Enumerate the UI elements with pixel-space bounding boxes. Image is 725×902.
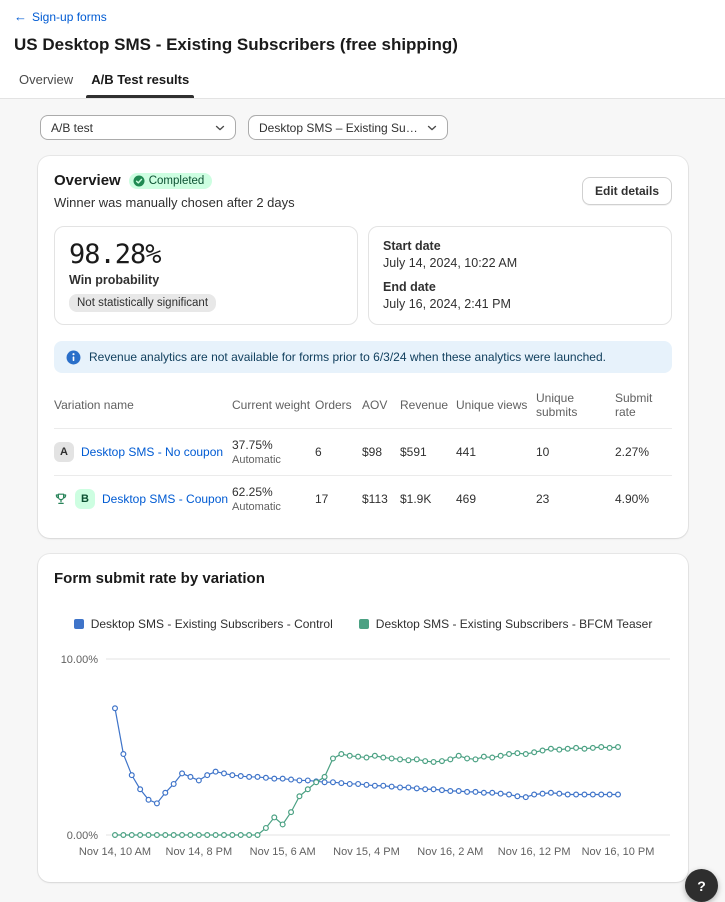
variation-a-badge: A [54, 442, 74, 462]
tab-ab-test-results[interactable]: A/B Test results [86, 65, 194, 98]
win-probability-label: Win probability [69, 273, 343, 287]
cell-unique-views: 441 [456, 445, 536, 459]
svg-text:Nov 16, 2 AM: Nov 16, 2 AM [417, 846, 483, 858]
form-select[interactable]: Desktop SMS – Existing Subscribers T... [248, 115, 448, 140]
submit-rate-chart-card: Form submit rate by variation Desktop SM… [38, 554, 688, 882]
col-aov: AOV [362, 398, 400, 412]
cell-unique-views: 469 [456, 492, 536, 506]
cell-weight-mode: Automatic [232, 501, 315, 513]
col-current-weight: Current weight [232, 398, 315, 412]
col-variation-name: Variation name [54, 398, 232, 412]
cell-revenue: $591 [400, 445, 456, 459]
back-arrow-icon: ← [14, 10, 27, 23]
cell-aov: $98 [362, 445, 400, 459]
start-date-label: Start date [383, 239, 657, 253]
variation-a-link[interactable]: Desktop SMS - No coupon [81, 445, 223, 459]
variations-table: Variation name Current weight Orders AOV… [54, 391, 672, 522]
trophy-icon [54, 492, 68, 506]
win-probability-box: 98.28% Win probability Not statistically… [54, 226, 358, 325]
svg-text:Nov 15, 6 AM: Nov 15, 6 AM [250, 846, 316, 858]
edit-details-button[interactable]: Edit details [582, 177, 672, 205]
chevron-down-icon [213, 121, 227, 135]
cell-weight: 37.75% [232, 438, 315, 452]
submit-rate-line-chart: 10.00% 0.00% Nov 14, 10 AM Nov 14, 8 PM Nov … [54, 643, 672, 866]
variation-b-badge: B [75, 489, 95, 509]
win-probability-value: 98.28% [69, 239, 343, 270]
tab-overview[interactable]: Overview [14, 65, 78, 98]
cell-weight-mode: Automatic [232, 454, 315, 466]
overview-card-title: Overview [54, 172, 121, 189]
cell-orders: 17 [315, 492, 362, 506]
back-link-signup-forms[interactable]: ← Sign-up forms [14, 10, 107, 24]
end-date-label: End date [383, 280, 657, 294]
col-submit-rate: Submit rate [615, 391, 672, 419]
legend-label-bfcm-teaser: Desktop SMS - Existing Subscribers - BFC… [376, 617, 653, 631]
help-button[interactable]: ? [685, 869, 718, 902]
overview-card: Overview Completed Winner was manually c… [38, 156, 688, 538]
form-select-value: Desktop SMS – Existing Subscribers T... [259, 121, 419, 135]
filter-bar: A/B test Desktop SMS – Existing Subscrib… [38, 115, 688, 140]
cell-aov: $113 [362, 492, 400, 506]
chart-legend: Desktop SMS - Existing Subscribers - Con… [54, 617, 672, 631]
legend-label-control: Desktop SMS - Existing Subscribers - Con… [91, 617, 333, 631]
dates-box: Start date July 14, 2024, 10:22 AM End d… [368, 226, 672, 325]
col-unique-submits: Unique submits [536, 391, 615, 419]
test-type-value: A/B test [51, 121, 93, 135]
svg-text:0.00%: 0.00% [67, 830, 98, 842]
back-link-label: Sign-up forms [32, 10, 107, 24]
end-date-value: July 16, 2024, 2:41 PM [383, 297, 657, 311]
stat-boxes: 98.28% Win probability Not statistically… [54, 226, 672, 325]
winner-subtitle: Winner was manually chosen after 2 days [54, 195, 295, 210]
col-orders: Orders [315, 398, 362, 412]
legend-swatch-bfcm-teaser [359, 619, 369, 629]
cell-weight: 62.25% [232, 485, 315, 499]
svg-text:Nov 14, 8 PM: Nov 14, 8 PM [166, 846, 233, 858]
col-unique-views: Unique views [456, 398, 536, 412]
status-badge-label: Completed [149, 175, 205, 187]
svg-text:Nov 15, 4 PM: Nov 15, 4 PM [333, 846, 400, 858]
table-row-variation-b: B Desktop SMS - Coupon 62.25% Automatic … [54, 476, 672, 522]
cell-orders: 6 [315, 445, 362, 459]
page-title: US Desktop SMS - Existing Subscribers (f… [14, 35, 711, 55]
chart-card-title: Form submit rate by variation [54, 570, 672, 587]
svg-text:Nov 16, 10 PM: Nov 16, 10 PM [582, 846, 655, 858]
svg-text:10.00%: 10.00% [61, 654, 99, 666]
significance-chip: Not statistically significant [69, 294, 216, 312]
svg-text:Nov 14, 10 AM: Nov 14, 10 AM [79, 846, 151, 858]
legend-item-control: Desktop SMS - Existing Subscribers - Con… [74, 617, 333, 631]
cell-unique-submits: 10 [536, 445, 615, 459]
legend-item-bfcm-teaser: Desktop SMS - Existing Subscribers - BFC… [359, 617, 653, 631]
cell-submit-rate: 4.90% [615, 492, 672, 506]
info-banner-text: Revenue analytics are not available for … [89, 349, 606, 364]
cell-unique-submits: 23 [536, 492, 615, 506]
test-type-select[interactable]: A/B test [40, 115, 236, 140]
table-header-row: Variation name Current weight Orders AOV… [54, 391, 672, 429]
tab-bar: Overview A/B Test results [0, 65, 725, 99]
status-badge: Completed [129, 173, 213, 189]
page-body: A/B test Desktop SMS – Existing Subscrib… [0, 99, 725, 902]
check-circle-icon [133, 175, 145, 187]
chevron-down-icon [425, 121, 439, 135]
cell-revenue: $1.9K [400, 492, 456, 506]
table-row-variation-a: A Desktop SMS - No coupon 37.75% Automat… [54, 429, 672, 476]
col-revenue: Revenue [400, 398, 456, 412]
legend-swatch-control [74, 619, 84, 629]
info-banner: Revenue analytics are not available for … [54, 341, 672, 373]
variation-b-link[interactable]: Desktop SMS - Coupon [102, 492, 228, 506]
start-date-value: July 14, 2024, 10:22 AM [383, 256, 657, 270]
info-icon [66, 350, 81, 365]
svg-text:Nov 16, 12 PM: Nov 16, 12 PM [498, 846, 571, 858]
page-header: ← Sign-up forms US Desktop SMS - Existin… [0, 0, 725, 99]
cell-submit-rate: 2.27% [615, 445, 672, 459]
